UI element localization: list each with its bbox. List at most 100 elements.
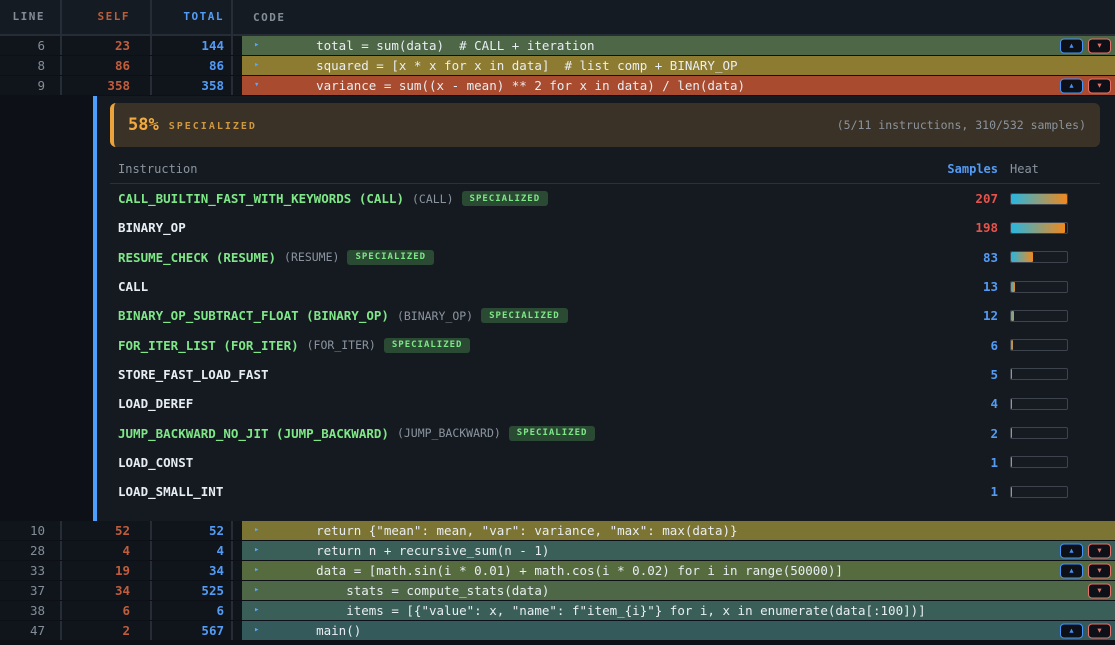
line-number: 9 [0, 76, 62, 95]
specialized-label: SPECIALIZED [169, 121, 257, 132]
expand-toggle-icon[interactable]: ▸ [254, 566, 265, 575]
code-row[interactable]: 472567▸ main()▲▼ [0, 621, 1115, 641]
heat-bar-fill [1011, 223, 1065, 233]
instruction-row: LOAD_CONST 1 [110, 448, 1100, 477]
sample-count: 6 [918, 338, 998, 353]
code-cell[interactable]: ▸ main()▲▼ [242, 621, 1115, 640]
instruction-name: BINARY_OP_SUBTRACT_FLOAT (BINARY_OP) [118, 308, 389, 323]
instruction-name: LOAD_SMALL_INT [118, 484, 223, 499]
self-samples: 86 [62, 56, 152, 75]
code-row[interactable]: 9358358▾ variance = sum((x - mean) ** 2 … [0, 76, 1115, 96]
row-nav-buttons: ▲▼ [1060, 78, 1111, 93]
row-nav-buttons: ▲▼ [1060, 623, 1111, 638]
jump-down-button[interactable]: ▼ [1088, 563, 1111, 578]
line-number: 33 [0, 561, 62, 580]
code-cell[interactable]: ▸ items = [{"value": x, "name": f"item_{… [242, 601, 1115, 620]
jump-up-button[interactable]: ▲ [1060, 543, 1083, 558]
profile-table-header: LINE SELF TOTAL CODE [0, 0, 1115, 36]
row-nav-buttons: ▲▼ [1060, 38, 1111, 53]
expand-toggle-icon[interactable]: ▸ [254, 41, 265, 50]
code-text: return n + recursive_sum(n - 1) [286, 543, 549, 558]
jump-up-button[interactable]: ▲ [1060, 38, 1083, 53]
code-cell[interactable]: ▸ data = [math.sin(i * 0.01) + math.cos(… [242, 561, 1115, 580]
jump-down-button[interactable]: ▼ [1088, 623, 1111, 638]
heat-bar-fill [1011, 340, 1013, 350]
instruction-name-group: BINARY_OP_SUBTRACT_FLOAT (BINARY_OP) (BIN… [118, 308, 918, 323]
jump-down-button[interactable]: ▼ [1088, 543, 1111, 558]
heat-bar-fill [1011, 457, 1012, 467]
total-samples: 34 [152, 561, 233, 580]
jump-up-button[interactable]: ▲ [1060, 78, 1083, 93]
code-cell[interactable]: ▸ return n + recursive_sum(n - 1)▲▼ [242, 541, 1115, 560]
specialized-percent: 58% [128, 115, 159, 135]
jump-up-button[interactable]: ▲ [1060, 563, 1083, 578]
code-cell[interactable]: ▸ stats = compute_stats(data)▼ [242, 581, 1115, 600]
total-samples: 144 [152, 36, 233, 55]
base-opcode: (JUMP_BACKWARD) [397, 426, 501, 440]
code-row[interactable]: 3866▸ items = [{"value": x, "name": f"it… [0, 601, 1115, 621]
code-cell[interactable]: ▸ squared = [x * x for x in data] # list… [242, 56, 1115, 75]
heat-bar [1010, 398, 1068, 410]
heat-bar-fill [1011, 369, 1012, 379]
base-opcode: (CALL) [412, 192, 454, 206]
heat-bar-fill [1011, 311, 1014, 321]
code-row[interactable]: 88686▸ squared = [x * x for x in data] #… [0, 56, 1115, 76]
self-samples: 2 [62, 621, 152, 640]
code-cell[interactable]: ▸ return {"mean": mean, "var": variance,… [242, 521, 1115, 540]
code-row[interactable]: 2844▸ return n + recursive_sum(n - 1)▲▼ [0, 541, 1115, 561]
heat-bar [1010, 427, 1068, 439]
expand-toggle-icon[interactable]: ▸ [254, 606, 265, 615]
sample-count: 1 [918, 455, 998, 470]
sample-count: 83 [918, 250, 998, 265]
self-samples: 52 [62, 521, 152, 540]
code-row[interactable]: 331934 ▸ data = [math.sin(i * 0.01) + mat… [0, 561, 1115, 581]
heat-bar-fill [1011, 282, 1015, 292]
sample-count: 2 [918, 426, 998, 441]
instruction-name: STORE_FAST_LOAD_FAST [118, 367, 269, 382]
instruction-name: LOAD_CONST [118, 455, 193, 470]
instruction-table-header: Instruction Samples Heat [110, 155, 1100, 184]
jump-down-button[interactable]: ▼ [1088, 78, 1111, 93]
jump-down-button[interactable]: ▼ [1088, 583, 1111, 598]
heat-bar [1010, 281, 1068, 293]
collapse-toggle-icon[interactable]: ▾ [254, 81, 265, 90]
instruction-name-group: BINARY_OP [118, 220, 918, 235]
total-samples: 567 [152, 621, 233, 640]
heat-bar [1010, 339, 1068, 351]
sample-count: 5 [918, 367, 998, 382]
heat-bar [1010, 222, 1068, 234]
instruction-row: BINARY_OP_SUBTRACT_FLOAT (BINARY_OP) (BIN… [110, 301, 1100, 330]
row-nav-buttons: ▲▼ [1060, 543, 1111, 558]
line-number: 38 [0, 601, 62, 620]
total-samples: 52 [152, 521, 233, 540]
expand-toggle-icon[interactable]: ▸ [254, 61, 265, 70]
heat-bar [1010, 486, 1068, 498]
self-samples: 19 [62, 561, 152, 580]
instruction-name-group: JUMP_BACKWARD_NO_JIT (JUMP_BACKWARD)(JUM… [118, 426, 918, 441]
jump-up-button[interactable]: ▲ [1060, 623, 1083, 638]
expand-toggle-icon[interactable]: ▸ [254, 626, 265, 635]
expanded-detail-panel: 58% SPECIALIZED (5/11 instructions, 310/… [93, 96, 1115, 521]
row-nav-buttons: ▲▼ [1060, 563, 1111, 578]
code-row[interactable]: 105252▸ return {"mean": mean, "var": var… [0, 521, 1115, 541]
instruction-rows: CALL_BUILTIN_FAST_WITH_KEYWORDS (CALL)(C… [110, 184, 1100, 506]
code-row[interactable]: 623144▸ total = sum(data) # CALL + itera… [0, 36, 1115, 56]
code-cell[interactable]: ▸ total = sum(data) # CALL + iteration▲▼ [242, 36, 1115, 55]
code-cell[interactable]: ▾ variance = sum((x - mean) ** 2 for x i… [242, 76, 1115, 95]
code-text: items = [{"value": x, "name": f"item_{i}… [286, 603, 926, 618]
instruction-row: STORE_FAST_LOAD_FAST 5 [110, 360, 1100, 389]
heat-cell [998, 486, 1100, 498]
jump-down-button[interactable]: ▼ [1088, 38, 1111, 53]
base-opcode: (BINARY_OP) [397, 309, 473, 323]
heat-cell [998, 310, 1100, 322]
column-header-code: CODE [233, 11, 1115, 24]
heat-bar [1010, 368, 1068, 380]
expand-toggle-icon[interactable]: ▸ [254, 586, 265, 595]
heat-bar [1010, 193, 1068, 205]
instruction-name-group: CALL [118, 279, 918, 294]
expand-toggle-icon[interactable]: ▸ [254, 546, 265, 555]
expand-toggle-icon[interactable]: ▸ [254, 526, 265, 535]
code-row[interactable]: 3734525▸ stats = compute_stats(data)▼ [0, 581, 1115, 601]
instruction-row: LOAD_SMALL_INT1 [110, 477, 1100, 506]
self-samples: 4 [62, 541, 152, 560]
